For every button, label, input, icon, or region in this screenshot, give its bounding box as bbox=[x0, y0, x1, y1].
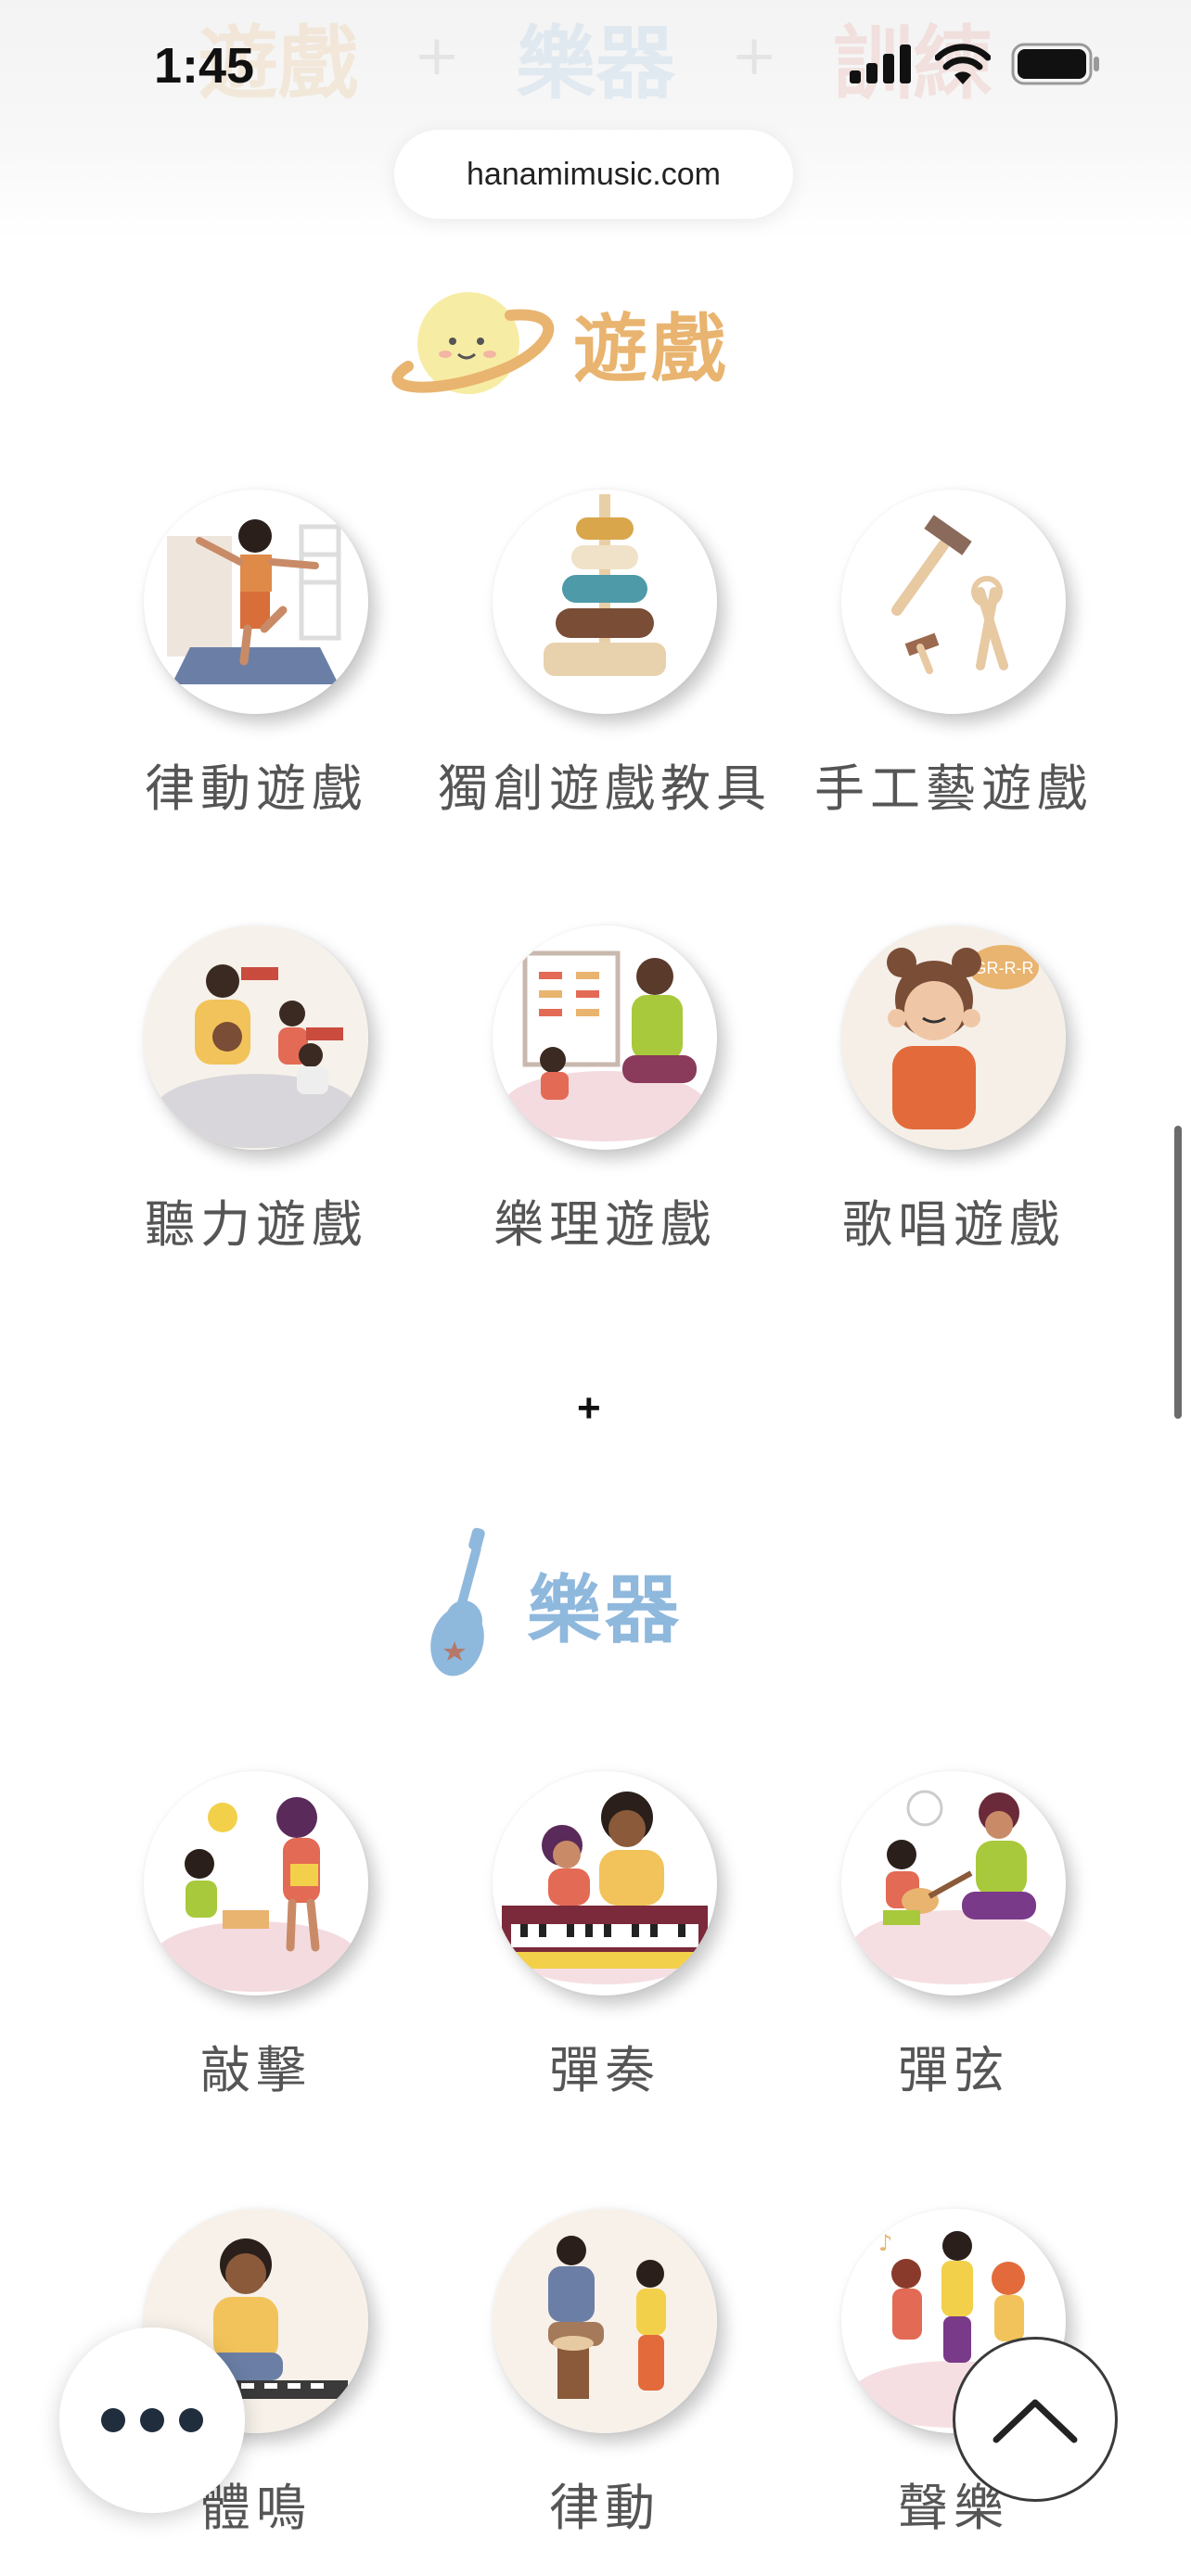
scrollbar[interactable] bbox=[1174, 1126, 1182, 1419]
section-title-games: 遊戲 bbox=[573, 306, 729, 392]
chevron-up-icon bbox=[992, 2399, 1078, 2443]
section-separator: + bbox=[577, 1385, 601, 1431]
game-image-theory bbox=[493, 925, 717, 1150]
url-text: hanamimusic.com bbox=[467, 156, 721, 192]
game-label-theory: 樂理遊戲 bbox=[493, 1195, 716, 1254]
bear-speech-text: GR-R-R bbox=[974, 959, 1034, 977]
svg-text:♪: ♪ bbox=[878, 2230, 892, 2256]
game-label-rhythm: 律動遊戲 bbox=[145, 759, 367, 818]
game-image-crafts bbox=[841, 490, 1066, 714]
instrument-image-percussion bbox=[144, 1771, 368, 1996]
instrument-item-keyboard[interactable]: 彈奏 bbox=[410, 1771, 800, 2102]
game-label-listening: 聽力遊戲 bbox=[145, 1195, 367, 1254]
url-bar[interactable]: hanamimusic.com bbox=[394, 130, 793, 219]
instrument-item-percussion[interactable]: 敲擊 bbox=[61, 1771, 451, 2102]
game-item-theory[interactable]: 樂理遊戲 bbox=[410, 925, 800, 1256]
game-item-singing[interactable]: GR-R-R 歌唱遊戲 bbox=[759, 925, 1148, 1256]
game-label-crafts: 手工藝遊戲 bbox=[814, 759, 1093, 818]
section-header-games: 遊戲 bbox=[380, 278, 729, 408]
instrument-image-keyboard bbox=[493, 1771, 717, 1996]
game-image-rhythm bbox=[144, 490, 368, 714]
status-icons bbox=[850, 43, 1100, 85]
game-label-singing: 歌唱遊戲 bbox=[842, 1195, 1065, 1254]
game-item-original-tools[interactable]: 獨創遊戲教具 bbox=[410, 490, 800, 821]
game-item-crafts[interactable]: 手工藝遊戲 bbox=[759, 490, 1148, 821]
instrument-label-percussion: 敲擊 bbox=[200, 2041, 312, 2099]
battery-icon bbox=[1011, 43, 1099, 85]
section-title-instruments: 樂器 bbox=[527, 1567, 683, 1653]
more-menu-button[interactable] bbox=[59, 2327, 245, 2513]
signal-icon bbox=[850, 45, 911, 83]
game-label-original-tools: 獨創遊戲教具 bbox=[438, 759, 772, 818]
instrument-item-strings[interactable]: 彈弦 bbox=[759, 1771, 1148, 2102]
planet-icon bbox=[391, 292, 555, 394]
ghost-word-instruments: 樂器 bbox=[516, 17, 675, 110]
game-item-rhythm[interactable]: 律動遊戲 bbox=[61, 490, 451, 821]
back-to-top-button[interactable] bbox=[953, 2337, 1118, 2502]
instrument-label-movement: 律動 bbox=[549, 2479, 660, 2537]
game-item-listening[interactable]: 聽力遊戲 bbox=[61, 925, 451, 1256]
instrument-image-movement bbox=[493, 2209, 717, 2433]
game-image-original-tools bbox=[493, 490, 717, 714]
instrument-item-movement[interactable]: 律動 bbox=[410, 2209, 800, 2540]
game-image-listening bbox=[144, 925, 368, 1150]
instrument-label-keyboard: 彈奏 bbox=[549, 2041, 660, 2099]
ukulele-icon bbox=[430, 1527, 485, 1677]
game-image-singing: GR-R-R bbox=[841, 925, 1066, 1150]
instrument-image-strings bbox=[841, 1771, 1066, 1996]
wifi-icon bbox=[935, 44, 991, 84]
status-time: 1:45 bbox=[154, 38, 255, 94]
more-icon bbox=[101, 2408, 125, 2432]
instrument-label-strings: 彈弦 bbox=[898, 2041, 1009, 2099]
section-header-instruments: 樂器 bbox=[427, 1521, 683, 1688]
